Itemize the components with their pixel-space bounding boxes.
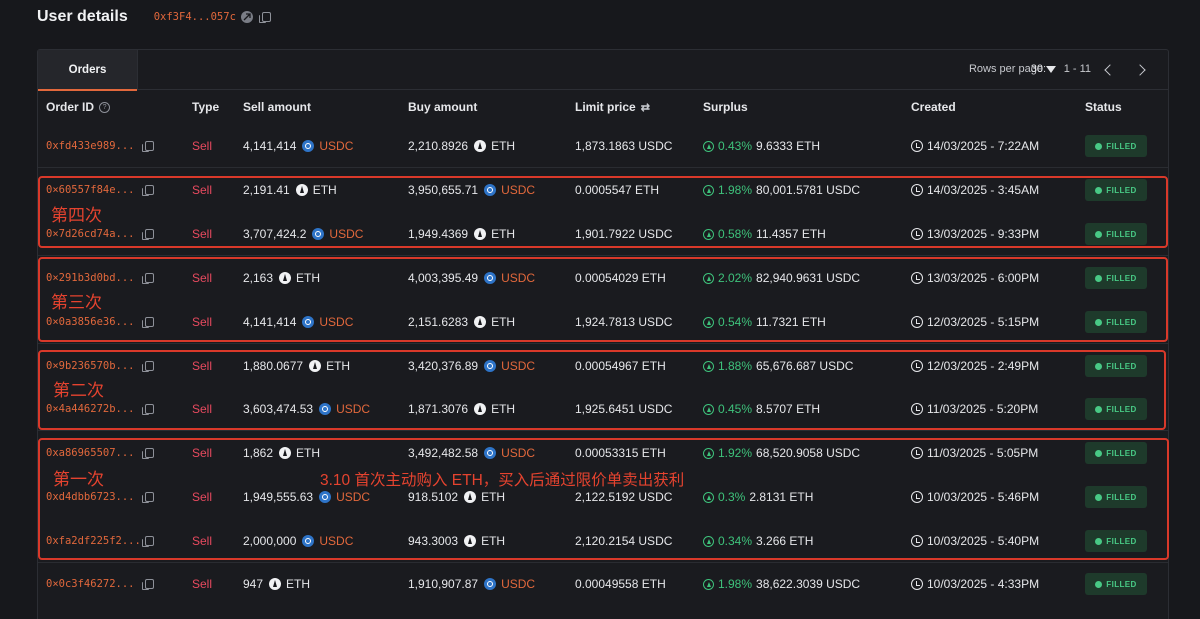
surplus-value: 38,622.3039 USDC	[756, 577, 861, 591]
surplus-percent: 1.98%	[718, 577, 753, 591]
annotation-label-fourth: 第四次	[51, 206, 102, 225]
arrow-up-circle-icon	[703, 140, 714, 152]
buy-amount: 2,210.8926 ETH	[408, 124, 515, 168]
user-address[interactable]: 0xf3F4...057c	[154, 11, 236, 23]
buy-token-symbol: USDC	[501, 577, 536, 591]
surplus-value: 9.6333 ETH	[756, 139, 821, 153]
sell-amount: 4,141,414 USDC	[243, 124, 353, 168]
sell-amount-value: 4,141,414	[243, 139, 297, 153]
copy-icon	[142, 141, 154, 152]
sell-token-symbol: ETH	[286, 577, 311, 591]
check-circle-icon	[1095, 580, 1103, 588]
usdc-token-icon	[302, 140, 315, 152]
page-title: User details	[37, 8, 128, 25]
help-icon[interactable]: ?	[99, 101, 111, 113]
chevron-right-icon	[1134, 64, 1146, 76]
status-text: FILLED	[1106, 141, 1137, 151]
column-header-status: Status	[1085, 100, 1122, 114]
annotation-box-first	[38, 438, 1169, 560]
arrow-up-circle-icon	[703, 578, 714, 590]
table-row: 0×0c3f46272... Sell 947 ETH 1,910,907.87 USDC…	[38, 562, 1168, 606]
status-cell: FILLED	[1085, 562, 1147, 606]
order-type: Sell	[192, 139, 213, 153]
created-value: 10/03/2025 - 4:33PM	[927, 577, 1040, 591]
rows-per-page-value: 30	[1030, 63, 1043, 75]
column-header-buy-amount: Buy amount	[408, 100, 478, 114]
annotation-label-third: 第三次	[51, 293, 102, 312]
created-time: 10/03/2025 - 4:33PM	[911, 562, 1039, 606]
annotation-box-fourth	[38, 176, 1168, 248]
created-value: 14/03/2025 - 7:22AM	[927, 139, 1040, 153]
annotation-box-third	[38, 257, 1168, 342]
sell-amount-value: 947	[243, 577, 264, 591]
order-id-link[interactable]: 0xfd433e989...	[46, 124, 135, 168]
pagination-range: 1 - 11	[1063, 63, 1091, 75]
copy-order-id-button[interactable]	[142, 124, 154, 168]
status-badge: FILLED	[1085, 573, 1147, 595]
sell-amount: 947 ETH	[243, 562, 310, 606]
swap-icon[interactable]: ⇄	[641, 101, 650, 114]
status-badge: FILLED	[1085, 135, 1147, 157]
status-text: FILLED	[1106, 579, 1137, 589]
chevron-left-icon	[1104, 64, 1116, 76]
annotation-box-second	[38, 350, 1166, 430]
buy-token-symbol: ETH	[491, 139, 516, 153]
eth-token-icon	[474, 140, 487, 152]
limit-price-header-label: Limit price	[575, 100, 636, 114]
rows-per-page-select[interactable]: 30	[1031, 63, 1056, 75]
order-id-header-label: Order ID	[46, 100, 95, 114]
tab-orders[interactable]: Orders	[38, 50, 138, 91]
external-link-icon[interactable]	[240, 11, 253, 23]
copy-order-id-button[interactable]	[142, 562, 154, 606]
clock-icon	[911, 140, 923, 152]
surplus-percent: 0.43%	[718, 139, 753, 153]
column-header-created: Created	[911, 100, 956, 114]
column-header-sell-amount: Sell amount	[243, 100, 312, 114]
created-time: 14/03/2025 - 7:22AM	[911, 124, 1039, 168]
buy-amount-value: 2,210.8926	[408, 139, 469, 153]
annotation-label-second: 第二次	[53, 381, 104, 400]
annotation-note: 3.10 首次主动购入 ETH，买入后通过限价单卖出获利	[320, 472, 685, 489]
column-header-surplus: Surplus	[703, 100, 748, 114]
next-page-button[interactable]	[1132, 62, 1148, 78]
clock-icon	[911, 578, 923, 590]
buy-amount: 1,910,907.87 USDC	[408, 562, 535, 606]
limit-price: 1,873.1863 USDC	[575, 139, 673, 153]
sell-token-symbol: USDC	[319, 139, 354, 153]
order-id-link[interactable]: 0×0c3f46272...	[46, 562, 135, 606]
order-type: Sell	[192, 577, 213, 591]
surplus: 0.43% 9.6333 ETH	[703, 124, 820, 168]
eth-token-icon	[269, 578, 282, 590]
column-header-order-id: Order ID ?	[46, 100, 111, 114]
chevron-down-icon	[1046, 65, 1056, 73]
previous-page-button[interactable]	[1102, 62, 1118, 78]
usdc-token-icon	[484, 578, 497, 590]
buy-amount-value: 1,910,907.87	[408, 577, 479, 591]
table-row: 0xfd433e989... Sell 4,141,414 USDC 2,210.892…	[38, 124, 1168, 168]
column-header-type: Type	[192, 100, 220, 114]
limit-price: 0.00049558 ETH	[575, 577, 666, 591]
annotation-label-first: 第一次	[53, 470, 104, 489]
status-cell: FILLED	[1085, 124, 1147, 168]
orders-toolbar: Orders Rows per page: 30 1 - 11	[38, 50, 1168, 91]
surplus: 1.98% 38,622.3039 USDC	[703, 562, 860, 606]
column-header-limit-price: Limit price ⇄	[575, 100, 650, 114]
copy-icon	[142, 579, 154, 590]
copy-address-icon[interactable]	[258, 12, 271, 23]
check-circle-icon	[1095, 142, 1103, 150]
page-header: User details 0xf3F4...057c	[37, 5, 271, 29]
